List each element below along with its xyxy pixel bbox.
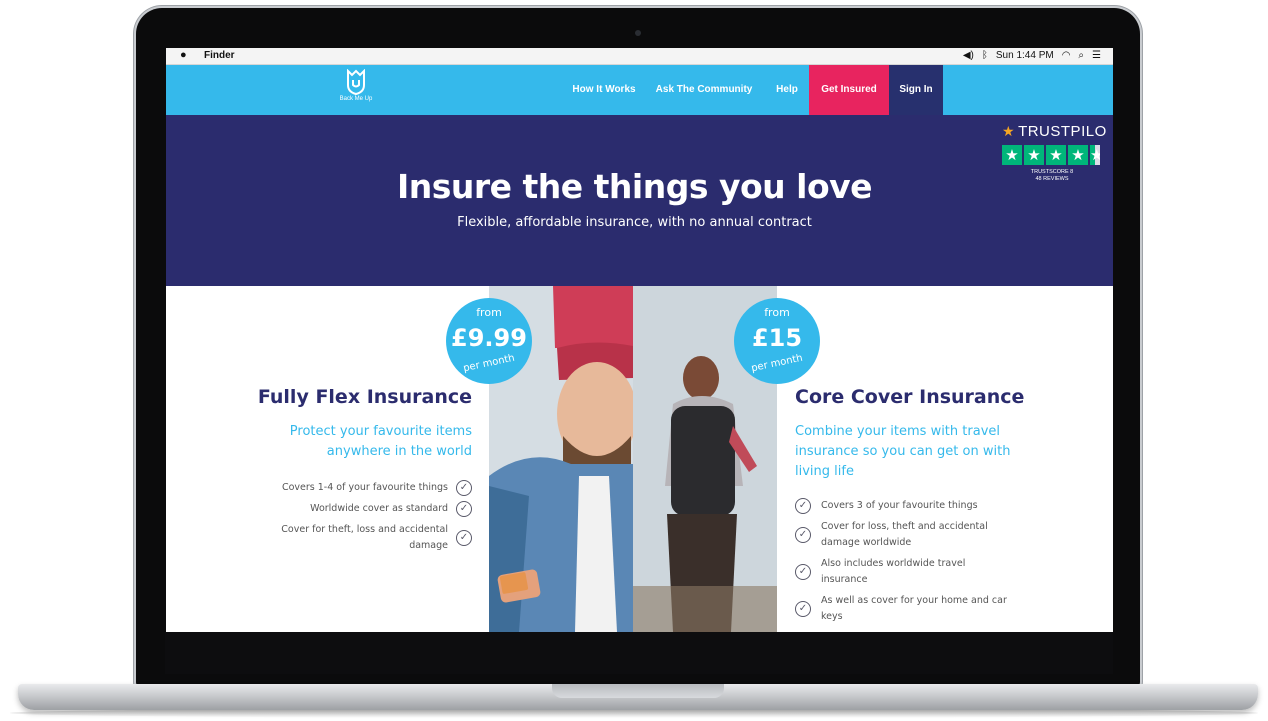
hero-title: Insure the things you love <box>396 167 873 206</box>
list-item: ✓ As well as cover for your home and car … <box>795 593 1010 625</box>
spotlight-search-icon[interactable]: ⌕ <box>1078 50 1084 61</box>
feature-text: Cover for theft, loss and accidental dam… <box>281 524 448 551</box>
check-circle-icon: ✓ <box>795 498 811 514</box>
trustscore-text: TRUSTSCORE 8 48 REVIEWS <box>1002 169 1102 183</box>
get-insured-button[interactable]: Get Insured <box>809 65 889 115</box>
product-subtitle-core: Combine your items with travel insurance… <box>795 424 1011 479</box>
badge-from-label: from <box>476 306 502 319</box>
feature-text: Covers 1-4 of your favourite things <box>281 482 448 493</box>
laptop-notch <box>552 684 724 698</box>
badge-per-month: per month <box>750 352 804 375</box>
price-badge-flex: from £9.99 per month <box>446 298 532 384</box>
list-item: Worldwide cover as standard ✓ <box>257 501 472 517</box>
status-tray: ◀︎) ᛒ Sun 1:44 PM ◠ ⌕ ☰ <box>963 50 1101 61</box>
star-icon: ★ <box>1002 145 1022 165</box>
screen: ● Finder ◀︎) ᛒ Sun 1:44 PM ◠ ⌕ ☰ Back Me… <box>166 48 1113 632</box>
apple-icon[interactable]: ● <box>180 49 187 61</box>
trustpilot-widget[interactable]: ★ TRUSTPILO ★ ★ ★ ★ ★ TRUSTSCORE 8 48 RE… <box>1002 123 1113 183</box>
list-item: Covers 1-4 of your favourite things ✓ <box>257 480 472 496</box>
check-circle-icon: ✓ <box>795 601 811 617</box>
wifi-icon[interactable]: ◠ <box>1062 50 1071 61</box>
trustpilot-star-icon: ★ <box>1002 123 1016 139</box>
mac-menubar: ● Finder ◀︎) ᛒ Sun 1:44 PM ◠ ⌕ ☰ <box>166 48 1113 65</box>
shield-logo-icon <box>347 69 365 95</box>
feature-text: As well as cover for your home and car k… <box>821 595 1007 622</box>
laptop-bezel <box>165 632 1113 674</box>
list-item: ✓ Covers 3 of your favourite things <box>795 498 1010 514</box>
feature-text: Worldwide cover as standard <box>310 503 448 514</box>
nav-ask-the-community[interactable]: Ask The Community <box>652 65 756 115</box>
nav-help[interactable]: Help <box>768 65 806 115</box>
logo-text: Back Me Up <box>339 96 373 102</box>
feature-list-flex: Covers 1-4 of your favourite things ✓ Wor… <box>257 480 472 559</box>
feature-list-core: ✓ Covers 3 of your favourite things ✓ Cove… <box>795 498 1010 630</box>
clock[interactable]: Sun 1:44 PM <box>996 50 1054 61</box>
star-icon: ★ <box>1046 145 1066 165</box>
trustscore-line: TRUSTSCORE 8 <box>1030 169 1074 175</box>
volume-icon[interactable]: ◀︎) <box>963 50 974 61</box>
trustpilot-logo: ★ TRUSTPILO <box>1002 123 1113 140</box>
feature-text: Covers 3 of your favourite things <box>821 500 978 511</box>
camera-icon <box>635 30 641 36</box>
list-item: ✓ Cover for loss, theft and accidental da… <box>795 519 1010 551</box>
reviews-count: 48 REVIEWS <box>1035 176 1069 182</box>
products-section: from £9.99 per month Fully Flex Insuranc… <box>166 286 1113 632</box>
brand-logo[interactable]: Back Me Up <box>336 69 376 111</box>
notification-center-icon[interactable]: ☰ <box>1092 50 1101 61</box>
hero-subtitle: Flexible, affordable insurance, with no … <box>457 215 812 230</box>
badge-from-label: from <box>764 306 790 319</box>
finder-menu[interactable]: Finder <box>204 50 235 61</box>
feature-text: Also includes worldwide travel insurance <box>821 558 966 585</box>
product-subtitle-flex: Protect your favourite items anywhere in… <box>289 424 472 459</box>
check-circle-icon: ✓ <box>456 480 472 496</box>
product-title-core[interactable]: Core Cover Insurance <box>795 386 1024 408</box>
check-circle-icon: ✓ <box>795 527 811 543</box>
hero-banner: Insure the things you love Flexible, aff… <box>166 115 1113 286</box>
price-badge-core: from £15 per month <box>734 298 820 384</box>
feature-text: Cover for loss, theft and accidental dam… <box>821 521 988 548</box>
trustpilot-rating: ★ ★ ★ ★ ★ <box>1002 145 1113 165</box>
list-item: ✓ Also includes worldwide travel insuranc… <box>795 556 1010 588</box>
site-header: Back Me Up How It Works Ask The Communit… <box>166 65 1113 115</box>
badge-price: £9.99 <box>451 324 527 352</box>
list-item: Cover for theft, loss and accidental dam… <box>257 522 472 554</box>
check-circle-icon: ✓ <box>456 501 472 517</box>
badge-price: £15 <box>751 324 803 352</box>
check-circle-icon: ✓ <box>456 530 472 546</box>
half-star-icon: ★ <box>1090 145 1100 165</box>
product-title-flex[interactable]: Fully Flex Insurance <box>258 386 472 408</box>
check-circle-icon: ✓ <box>795 564 811 580</box>
nav-how-it-works[interactable]: How It Works <box>564 65 644 115</box>
sign-in-button[interactable]: Sign In <box>889 65 943 115</box>
star-icon: ★ <box>1068 145 1088 165</box>
trustpilot-brand: TRUSTPILO <box>1018 123 1107 140</box>
bluetooth-icon[interactable]: ᛒ <box>982 50 988 61</box>
star-icon: ★ <box>1024 145 1044 165</box>
